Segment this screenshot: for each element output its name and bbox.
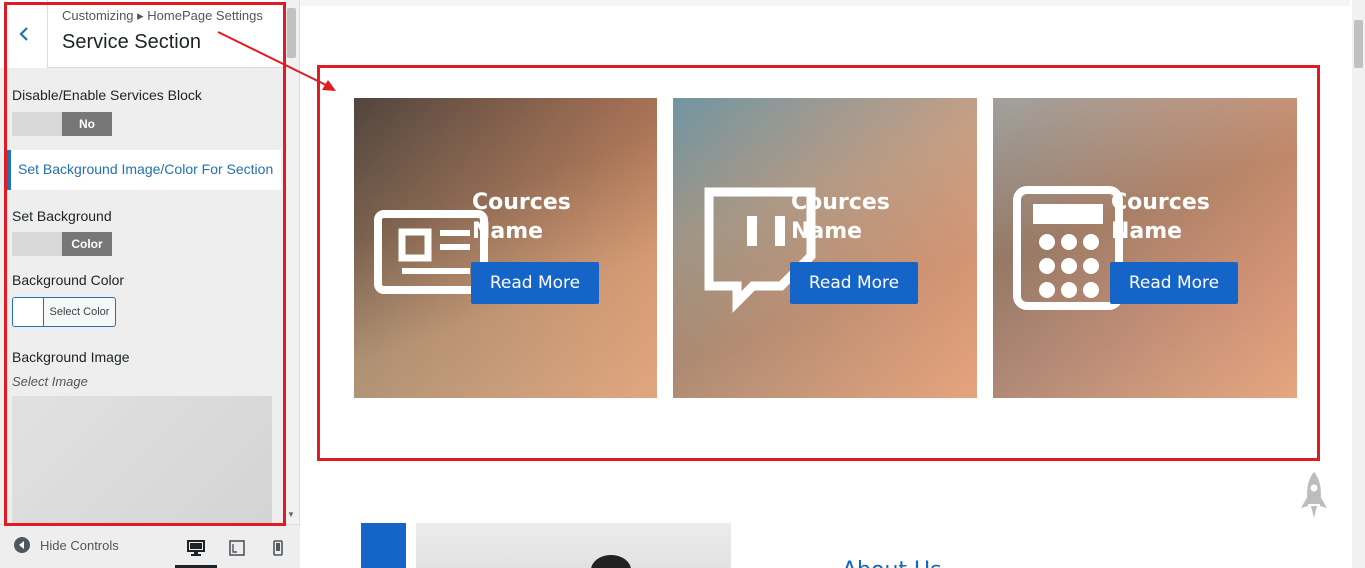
back-button[interactable]	[0, 0, 48, 68]
scroll-thumb[interactable]	[287, 8, 296, 58]
course-name: Cources Name	[1111, 190, 1210, 244]
toggle-off-side	[12, 112, 62, 136]
read-more-button[interactable]: Read More	[1110, 262, 1238, 304]
service-card: Cources Name Read More	[993, 98, 1297, 398]
sidebar-scrollbar[interactable]: ▼	[284, 0, 299, 524]
preview-top-strip	[300, 0, 1350, 6]
background-color-label: Background Color	[12, 272, 125, 288]
background-section-heading-label: Set Background Image/Color For Section	[18, 161, 274, 177]
background-section-heading[interactable]: Set Background Image/Color For Section	[7, 150, 281, 190]
preview-scrollbar[interactable]	[1352, 0, 1365, 568]
page-title: Service Section	[62, 31, 201, 53]
services-block-label: Disable/Enable Services Block	[12, 87, 202, 103]
about-image	[416, 523, 731, 568]
tablet-icon	[229, 540, 245, 556]
hide-controls-label: Hide Controls	[40, 537, 119, 553]
desktop-icon	[187, 540, 205, 556]
set-background-toggle[interactable]: Color	[12, 232, 112, 256]
chevron-left-icon	[18, 27, 28, 41]
toggle-value: No	[62, 112, 112, 136]
background-image-label: Background Image	[12, 349, 130, 365]
about-title: About Us	[842, 558, 942, 568]
section-header: Customizing ▸ HomePage Settings Service …	[0, 0, 284, 68]
breadcrumb: Customizing ▸ HomePage Settings	[62, 8, 263, 23]
toggle-value: Color	[62, 232, 112, 256]
color-swatch	[13, 298, 44, 326]
course-name: Cources Name	[791, 190, 890, 244]
mobile-icon	[273, 540, 283, 556]
services-block-toggle[interactable]: No	[12, 112, 112, 136]
select-image-label: Select Image	[12, 374, 88, 389]
about-image-subject	[591, 555, 631, 568]
hide-controls-button[interactable]: Hide Controls	[14, 537, 119, 553]
image-placeholder[interactable]	[12, 396, 272, 524]
collapse-icon	[14, 537, 30, 553]
scroll-down-arrow-icon[interactable]: ▼	[287, 510, 295, 519]
desktop-preview-button[interactable]	[185, 537, 207, 559]
read-more-button[interactable]: Read More	[471, 262, 599, 304]
toggle-off-side	[12, 232, 62, 256]
service-card: Cources Name Read More	[354, 98, 657, 398]
customizer-sidebar: Customizing ▸ HomePage Settings Service …	[0, 0, 300, 568]
rocket-icon[interactable]	[1299, 470, 1329, 520]
select-color-button[interactable]: Select Color	[12, 297, 116, 327]
course-name: Cources Name	[472, 190, 571, 244]
about-accent-block	[361, 523, 406, 568]
set-background-label: Set Background	[12, 208, 112, 224]
service-card: Cources Name Read More	[673, 98, 977, 398]
select-color-label: Select Color	[49, 306, 110, 318]
customizer-footer: Hide Controls	[0, 524, 300, 568]
mobile-preview-button[interactable]	[267, 537, 289, 559]
read-more-button[interactable]: Read More	[790, 262, 918, 304]
preview-scroll-thumb[interactable]	[1354, 20, 1363, 68]
tablet-preview-button[interactable]	[226, 537, 248, 559]
